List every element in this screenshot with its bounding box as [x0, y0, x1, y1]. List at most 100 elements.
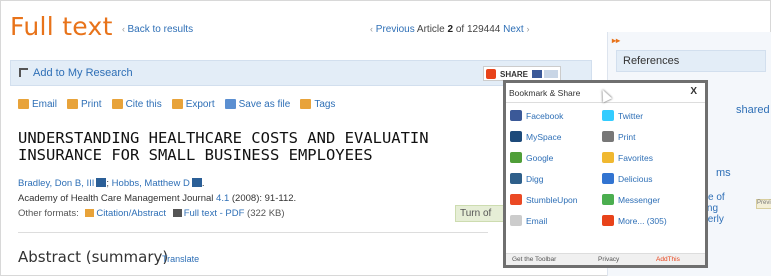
close-icon[interactable]: X	[690, 86, 697, 97]
twitter-icon	[602, 110, 614, 121]
tags-button[interactable]: Tags	[300, 97, 335, 111]
article-title: UNDERSTANDING HEALTHCARE COSTS AND EVALU…	[18, 130, 518, 164]
share-delicious[interactable]: Delicious	[602, 172, 694, 185]
cite-button[interactable]: Cite this	[111, 97, 162, 111]
tag-icon	[300, 99, 312, 109]
email-icon	[510, 215, 522, 226]
more-mini-icon	[544, 70, 558, 78]
facebook-icon	[510, 110, 522, 121]
share-label: SHARE	[500, 70, 529, 79]
research-checkbox-icon[interactable]	[19, 68, 28, 77]
share-button[interactable]: SHARE	[483, 66, 561, 81]
share-email[interactable]: Email	[510, 214, 602, 227]
document-toolbar: Email Print Cite this Export Save as fil…	[18, 97, 335, 111]
google-icon	[510, 152, 522, 163]
translate-link[interactable]: Translate	[162, 254, 199, 264]
service-label: Delicious	[618, 173, 653, 184]
service-label: More... (305)	[618, 215, 667, 226]
article-pagination: ‹ Previous Article 2 of 129444 Next ›	[370, 24, 529, 35]
next-chevron-icon: ›	[526, 24, 530, 34]
export-label: Export	[185, 98, 215, 110]
print-icon	[602, 131, 614, 142]
share-facebook[interactable]: Facebook	[510, 109, 602, 122]
other-formats: Other formats: Citation/Abstract Full te…	[18, 208, 285, 219]
next-link[interactable]: Next	[503, 24, 524, 35]
addthis-icon	[486, 69, 496, 79]
get-toolbar-link[interactable]: Get the Toolbar	[512, 256, 556, 263]
share-twitter[interactable]: Twitter	[602, 109, 694, 122]
service-label: Facebook	[526, 110, 564, 121]
print-button[interactable]: Print	[67, 97, 102, 111]
authors: Bradley, Don B, III; Hobbs, Matthew D.	[18, 178, 205, 189]
save-label: Save as file	[238, 98, 291, 110]
share-more[interactable]: More... (305)	[602, 214, 694, 227]
page-title: Full text	[10, 12, 113, 41]
service-label: Email	[526, 215, 548, 226]
service-label: Favorites	[618, 152, 653, 163]
save-as-file-button[interactable]: Save as file	[224, 97, 291, 111]
author-link[interactable]: Hobbs, Matthew D	[112, 178, 190, 189]
shared-link[interactable]: shared	[736, 104, 770, 116]
service-label: Digg	[526, 173, 544, 184]
tags-label: Tags	[314, 98, 336, 110]
service-label: Twitter	[618, 110, 644, 121]
digg-icon	[510, 173, 522, 184]
divider	[18, 232, 488, 233]
cite-label: Cite this	[125, 98, 162, 110]
citation-icon	[85, 209, 95, 217]
journal-name: Academy of Health Care Management Journa…	[18, 193, 214, 204]
back-to-results-link[interactable]: ‹ Back to results	[122, 24, 193, 35]
delicious-icon	[602, 173, 614, 184]
facebook-mini-icon	[532, 70, 542, 78]
article-title-line-2: INSURANCE FOR SMALL BUSINESS EMPLOYEES	[18, 146, 373, 164]
bookmark-share-popup: Bookmark & Share X Facebook Twitter MySp…	[503, 80, 708, 268]
favorites-icon	[602, 152, 614, 163]
addthis-link[interactable]: AddThis	[656, 256, 680, 263]
share-print[interactable]: Print	[602, 130, 694, 143]
email-label: Email	[32, 98, 58, 110]
export-button[interactable]: Export	[171, 97, 215, 111]
messenger-icon	[602, 194, 614, 205]
save-icon	[224, 99, 236, 109]
popup-title: Bookmark & Share	[509, 88, 581, 98]
export-icon	[171, 99, 183, 109]
share-myspace[interactable]: MySpace	[510, 130, 602, 143]
abstract-heading: Abstract (summary)	[18, 248, 169, 266]
article-number: 2	[447, 24, 454, 35]
add-to-research-link[interactable]: Add to My Research	[33, 67, 133, 79]
author-link[interactable]: Bradley, Don B, III	[18, 178, 94, 189]
share-favorites[interactable]: Favorites	[602, 151, 694, 164]
share-digg[interactable]: Digg	[510, 172, 602, 185]
email-button[interactable]: Email	[18, 97, 57, 111]
journal-citation: Academy of Health Care Management Journa…	[18, 193, 296, 204]
pdf-size: (322 KB)	[247, 208, 285, 219]
author-profile-icon[interactable]	[96, 178, 107, 187]
full-text-pdf-link[interactable]: Full text - PDF	[184, 208, 245, 219]
myspace-icon	[510, 131, 522, 142]
citation-abstract-link[interactable]: Citation/Abstract	[96, 208, 166, 219]
journal-volume-link[interactable]: 4.1	[216, 193, 229, 204]
pdf-icon	[172, 209, 182, 217]
privacy-link[interactable]: Privacy	[598, 256, 619, 263]
popup-footer: Get the Toolbar Privacy AddThis	[506, 253, 705, 265]
article-label: Article	[416, 24, 445, 35]
share-messenger[interactable]: Messenger	[602, 193, 694, 206]
share-stumbleupon[interactable]: StumbleUpon	[510, 193, 602, 206]
prev-chevron-icon: ‹	[370, 24, 373, 34]
formats-label: Other formats:	[18, 208, 79, 219]
page-header: Full text ‹ Back to results ‹ Previous A…	[10, 12, 600, 42]
share-google[interactable]: Google	[510, 151, 602, 164]
print-icon	[67, 99, 79, 109]
service-label: Messenger	[618, 194, 661, 205]
stumbleupon-icon	[510, 194, 522, 205]
journal-pages: (2008): 91-112.	[231, 193, 297, 204]
more-icon	[602, 215, 614, 226]
references-heading[interactable]: References	[616, 50, 766, 72]
email-icon	[18, 99, 29, 109]
service-label: Print	[618, 131, 636, 142]
article-total: of 129444	[455, 24, 501, 35]
author-profile-icon[interactable]	[191, 178, 202, 187]
items-heading: ms	[716, 167, 731, 179]
sidebar-toggle-icon[interactable]: ▸▸	[612, 36, 620, 45]
previous-link[interactable]: Previous	[376, 24, 415, 35]
